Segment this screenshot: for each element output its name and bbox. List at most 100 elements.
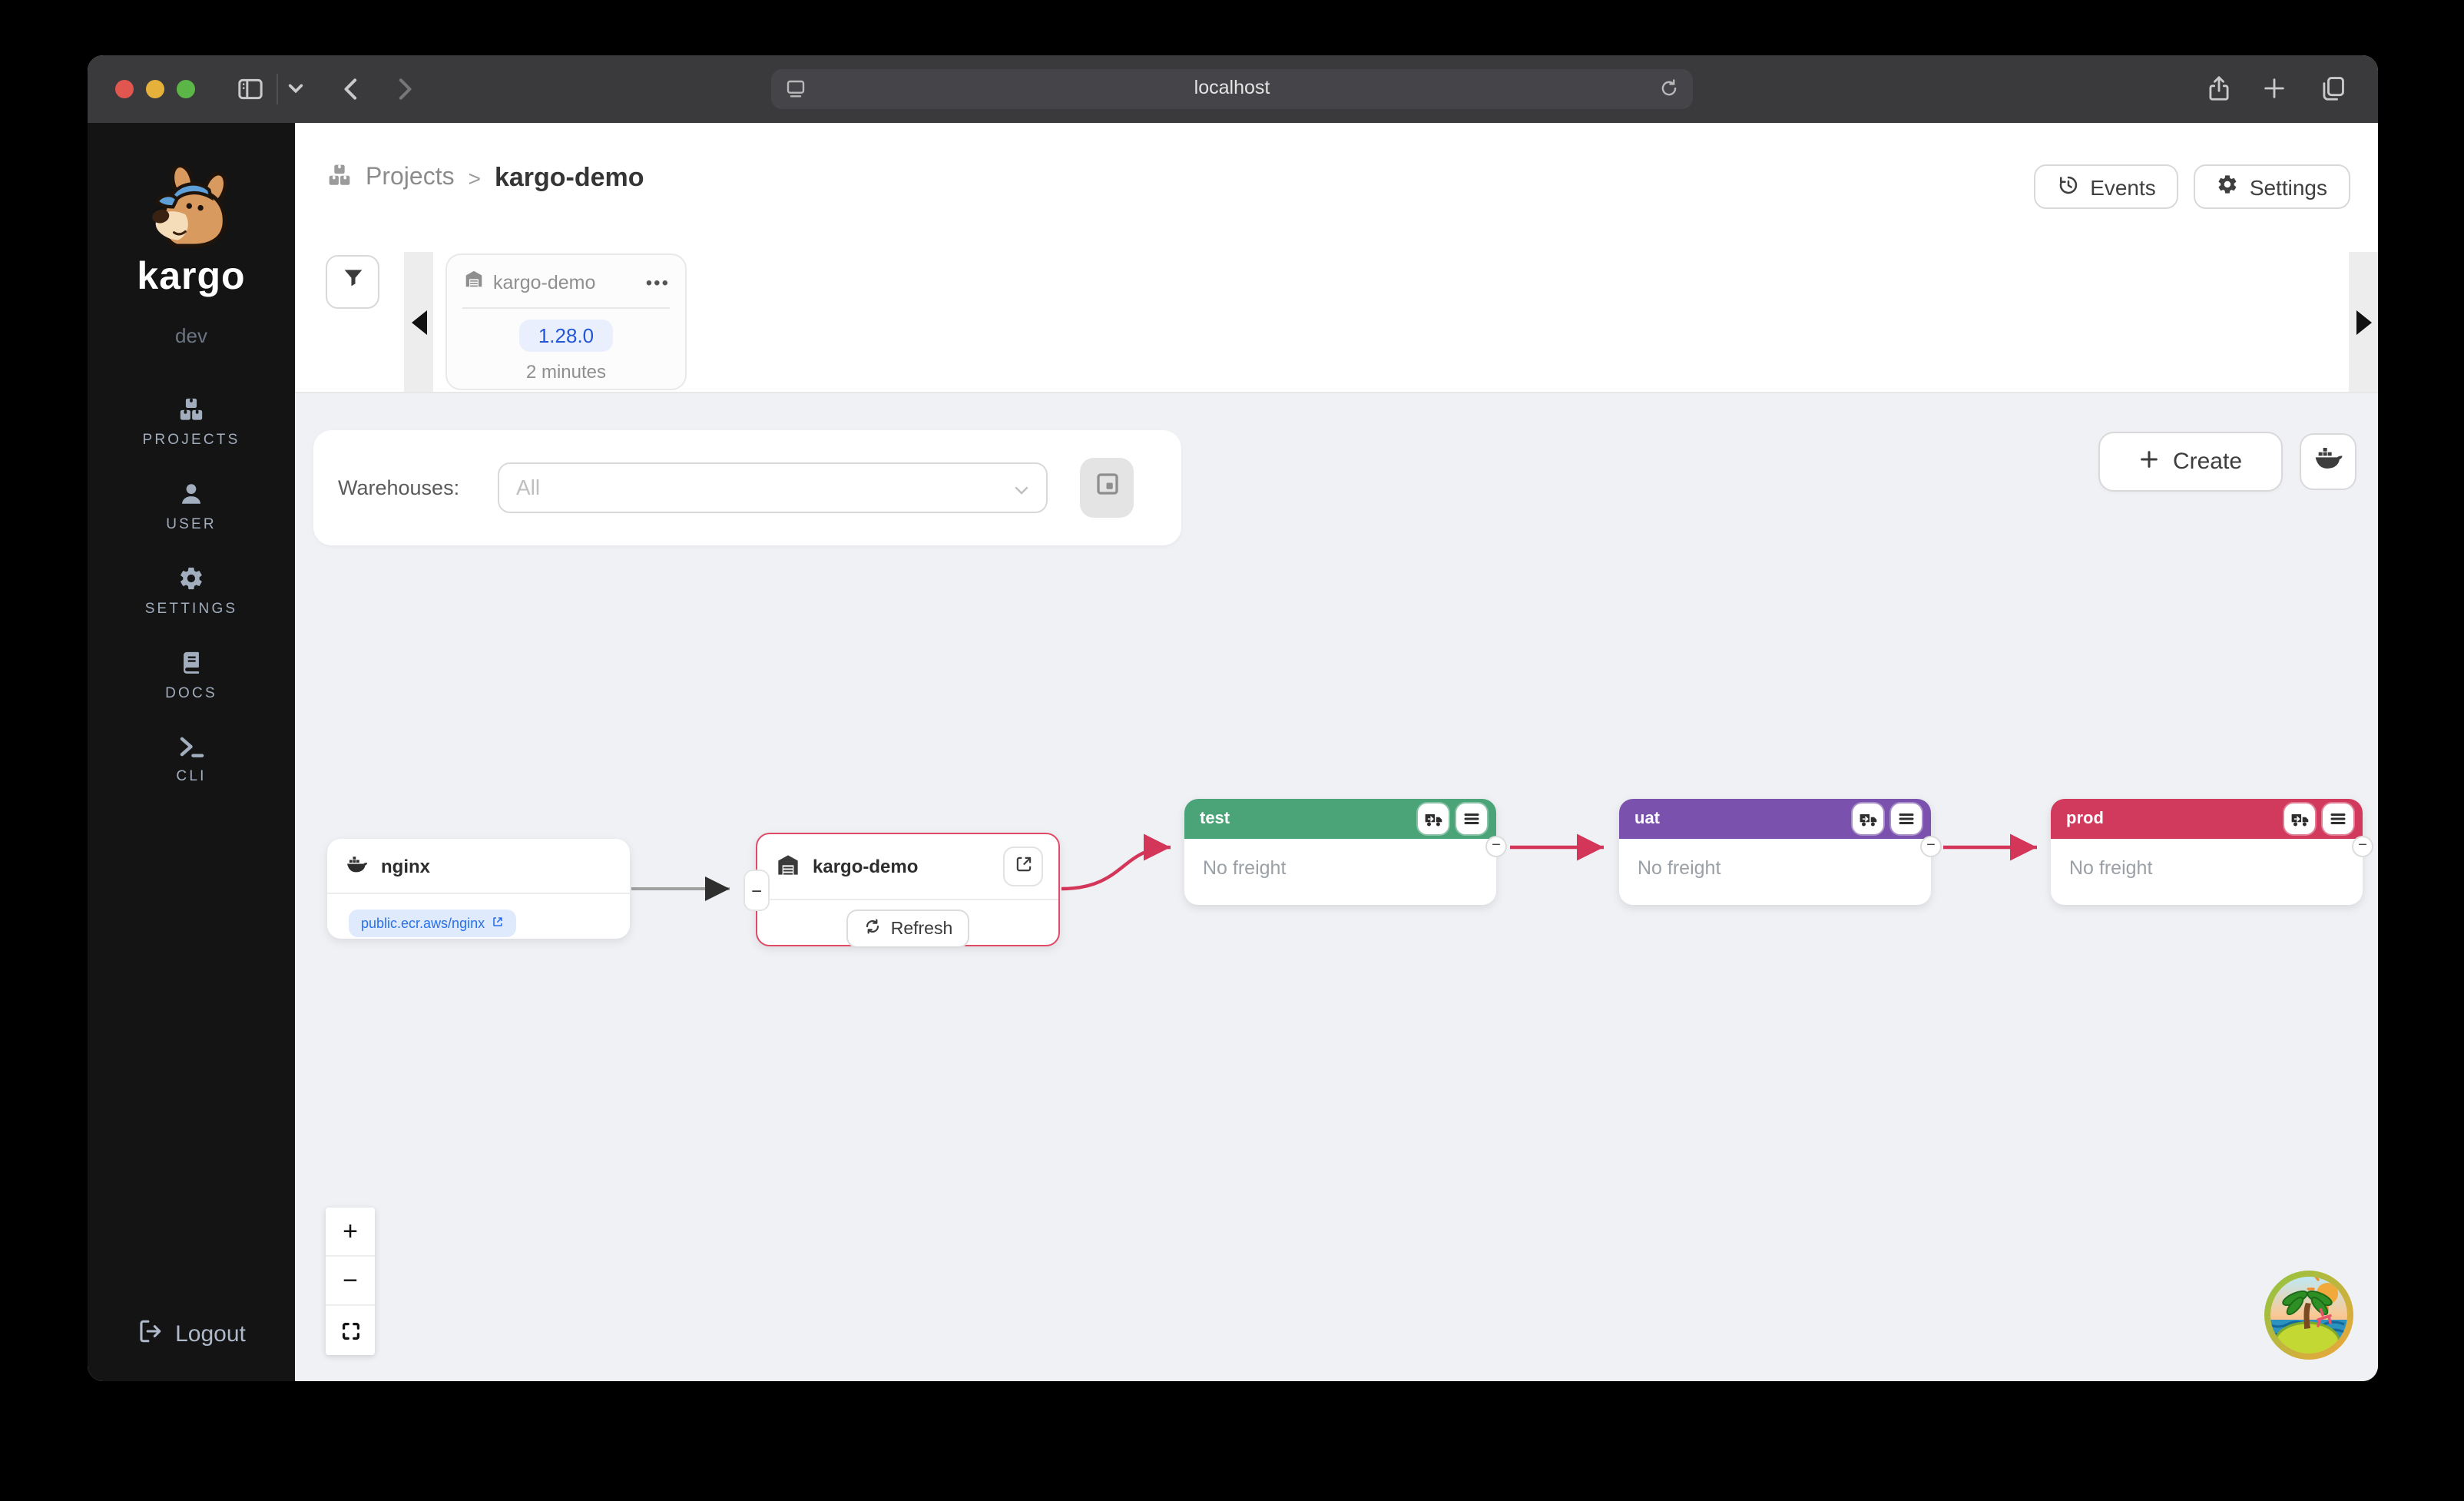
timeline-scroll-right[interactable] bbox=[2349, 252, 2378, 392]
warehouse-icon bbox=[776, 852, 800, 881]
caret-right-icon bbox=[2356, 310, 2371, 334]
kargo-app: kargo dev PROJECTS bbox=[88, 123, 2378, 1381]
forward-icon[interactable] bbox=[389, 74, 419, 104]
zoom-window-icon[interactable] bbox=[177, 80, 195, 98]
share-icon[interactable] bbox=[2204, 74, 2234, 103]
sidebar-item-projects[interactable]: PROJECTS bbox=[88, 381, 295, 466]
settings-button[interactable]: Settings bbox=[2194, 164, 2350, 209]
zoom-in-button[interactable]: + bbox=[326, 1208, 375, 1257]
truck-icon bbox=[1423, 809, 1443, 829]
stage-header: uat bbox=[1619, 799, 1931, 839]
caret-left-icon bbox=[411, 310, 426, 334]
external-link-icon bbox=[491, 916, 503, 931]
refresh-icon bbox=[863, 917, 882, 940]
stage-output-handle[interactable]: − bbox=[1485, 836, 1507, 857]
menu-icon bbox=[1897, 810, 1916, 828]
gear-icon bbox=[2217, 174, 2239, 200]
filter-icon bbox=[340, 266, 365, 298]
stage-output-handle[interactable]: − bbox=[2352, 836, 2373, 857]
filter-button[interactable] bbox=[326, 255, 379, 309]
url-text: localhost bbox=[771, 77, 1693, 98]
user-icon bbox=[178, 481, 204, 507]
freight-timeline-bar: kargo-demo ••• 1.28.0 2 minutes bbox=[295, 234, 2378, 393]
sidebar-item-label: PROJECTS bbox=[143, 432, 240, 449]
settings-label: Settings bbox=[2250, 174, 2327, 199]
sidebar-item-label: USER bbox=[166, 516, 217, 533]
stage-freight-status: No freight bbox=[1619, 839, 1931, 879]
divider bbox=[327, 893, 630, 894]
pipeline-canvas[interactable]: Warehouses: All bbox=[295, 392, 2378, 1381]
warehouse-node-name: kargo-demo bbox=[813, 856, 918, 877]
subscription-name: nginx bbox=[381, 856, 430, 877]
stage-menu-button[interactable] bbox=[1891, 804, 1922, 834]
sidebar-item-cli[interactable]: CLI bbox=[88, 719, 295, 802]
canvas-zoom-controls: + − bbox=[326, 1208, 375, 1355]
tab-overview-icon[interactable] bbox=[2318, 74, 2347, 103]
freight-card[interactable]: kargo-demo ••• 1.28.0 2 minutes bbox=[445, 253, 687, 390]
back-icon[interactable] bbox=[336, 74, 367, 104]
header-actions: Events Settings bbox=[2033, 164, 2350, 209]
timeline-scroll-left[interactable] bbox=[404, 252, 433, 392]
stage-name: test bbox=[1200, 810, 1410, 828]
breadcrumb: Projects > kargo-demo bbox=[327, 123, 644, 234]
reload-icon[interactable] bbox=[1658, 77, 1681, 100]
gear-icon bbox=[178, 565, 204, 591]
warehouse-node[interactable]: kargo-demo bbox=[756, 833, 1060, 946]
sidebar-item-label: DOCS bbox=[165, 685, 217, 702]
sidebar: kargo dev PROJECTS bbox=[88, 123, 295, 1381]
stage-output-handle[interactable]: − bbox=[1920, 836, 1942, 857]
island-badge-icon[interactable] bbox=[2263, 1269, 2355, 1361]
sidebar-item-settings[interactable]: SETTINGS bbox=[88, 550, 295, 635]
logout-button[interactable]: Logout bbox=[137, 1318, 246, 1350]
warehouse-icon bbox=[464, 269, 484, 297]
open-warehouse-button[interactable] bbox=[1003, 847, 1043, 886]
url-bar[interactable]: localhost bbox=[771, 69, 1693, 109]
stage-freight-status: No freight bbox=[2051, 839, 2363, 879]
subscription-node-nginx[interactable]: nginx public.ecr.aws/nginx bbox=[327, 839, 630, 939]
truck-icon bbox=[1858, 809, 1878, 829]
logout-label: Logout bbox=[175, 1321, 246, 1347]
boxes-icon bbox=[327, 162, 352, 194]
chevron-down-icon[interactable] bbox=[287, 83, 304, 95]
stage-freight-status: No freight bbox=[1184, 839, 1496, 879]
stage-menu-button[interactable] bbox=[2323, 804, 2353, 834]
terminal-icon bbox=[177, 734, 205, 759]
edge-warehouse-to-test bbox=[1061, 847, 1171, 889]
close-window-icon[interactable] bbox=[115, 80, 134, 98]
stage-node-test[interactable]: test No freight bbox=[1184, 799, 1496, 905]
sidebar-item-label: SETTINGS bbox=[145, 601, 238, 618]
breadcrumb-projects-link[interactable]: Projects bbox=[366, 164, 455, 192]
freight-age: 2 minutes bbox=[447, 361, 685, 383]
image-repo-link[interactable]: public.ecr.aws/nginx bbox=[349, 910, 515, 937]
promote-truck-button[interactable] bbox=[1853, 804, 1883, 834]
freight-card-name: kargo-demo bbox=[493, 272, 637, 293]
stage-node-uat[interactable]: uat No freight bbox=[1619, 799, 1931, 905]
zoom-out-button[interactable]: − bbox=[326, 1257, 375, 1306]
promote-truck-button[interactable] bbox=[2284, 804, 2315, 834]
minimize-window-icon[interactable] bbox=[146, 80, 164, 98]
external-link-icon bbox=[1013, 854, 1033, 879]
sidebar-toggle-icon[interactable] bbox=[235, 74, 266, 104]
menu-icon bbox=[2329, 810, 2347, 828]
stage-menu-button[interactable] bbox=[1456, 804, 1487, 834]
freight-card-menu-icon[interactable]: ••• bbox=[646, 272, 670, 293]
new-tab-icon[interactable] bbox=[2261, 75, 2287, 101]
refresh-button[interactable]: Refresh bbox=[846, 910, 970, 948]
docker-whale-icon bbox=[346, 853, 369, 880]
stage-header: prod bbox=[2051, 799, 2363, 839]
fit-view-button[interactable] bbox=[326, 1306, 375, 1355]
desktop: localhost bbox=[0, 0, 2464, 1501]
truck-icon bbox=[2290, 809, 2310, 829]
toolbar-divider bbox=[277, 74, 278, 104]
events-button[interactable]: Events bbox=[2033, 164, 2179, 209]
sidebar-item-user[interactable]: USER bbox=[88, 466, 295, 550]
sidebar-item-docs[interactable]: DOCS bbox=[88, 635, 295, 719]
logout-icon bbox=[137, 1318, 163, 1350]
warehouse-input-handle[interactable]: − bbox=[744, 870, 770, 911]
events-label: Events bbox=[2090, 174, 2156, 199]
env-label: dev bbox=[175, 324, 207, 347]
browser-titlebar: localhost bbox=[88, 55, 2378, 124]
stage-node-prod[interactable]: prod No freight bbox=[2051, 799, 2363, 905]
promote-truck-button[interactable] bbox=[1418, 804, 1449, 834]
freight-version-badge[interactable]: 1.28.0 bbox=[520, 320, 612, 352]
